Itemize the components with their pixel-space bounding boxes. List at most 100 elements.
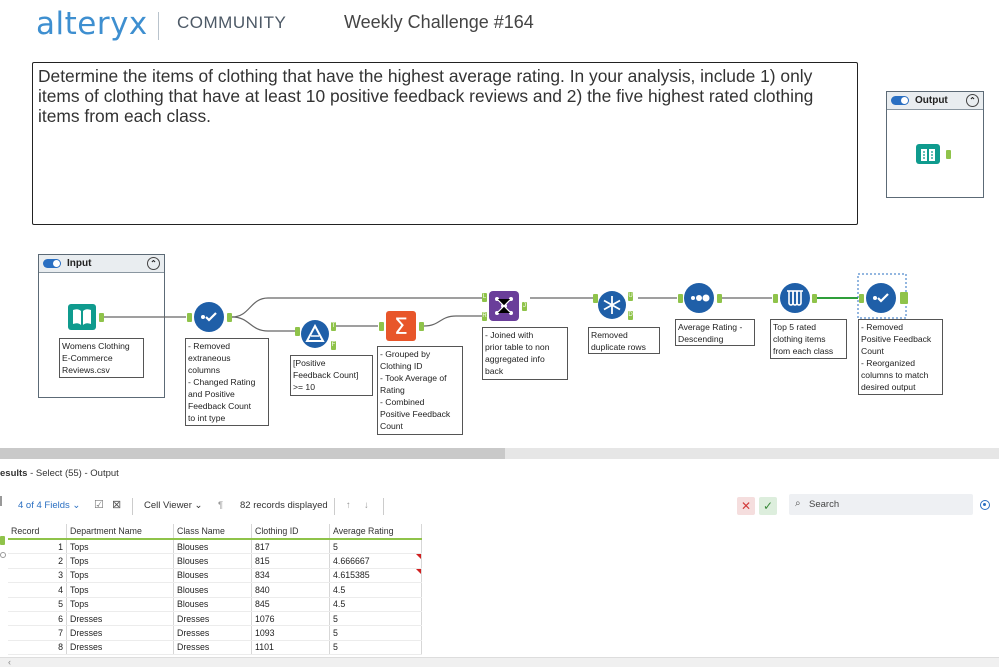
cell-class[interactable]: Blouses (173, 553, 252, 569)
unique-u-anchor[interactable]: U (628, 292, 633, 301)
summarize-input-anchor[interactable] (379, 322, 384, 331)
workflow-connections (104, 273, 907, 332)
cell-department[interactable]: Tops (66, 539, 174, 555)
input-data-tool[interactable] (67, 302, 97, 332)
cell-clothing-id[interactable]: 845 (251, 597, 330, 612)
filter-tool[interactable] (301, 320, 329, 348)
join-left-anchor[interactable]: L (482, 293, 487, 302)
search-input[interactable]: ⌕ Search (789, 494, 973, 515)
table-row[interactable]: 3 Tops Blouses 834 4.615385 (8, 568, 422, 584)
cell-class[interactable]: Blouses (173, 597, 252, 612)
join-tool[interactable] (489, 291, 519, 321)
fields-dropdown[interactable]: 4 of 4 Fields ⌄ (18, 500, 80, 511)
cell-department[interactable]: Dresses (66, 625, 174, 641)
cell-department[interactable]: Tops (66, 553, 174, 569)
table-row[interactable]: 1 Tops Blouses 817 5 (8, 539, 422, 555)
filter-false-anchor[interactable]: F (331, 341, 336, 350)
filter-input-anchor[interactable] (295, 327, 300, 336)
select1-output-anchor[interactable] (227, 313, 232, 322)
cell-clothing-id[interactable]: 815 (251, 553, 330, 569)
cell-clothing-id[interactable]: 840 (251, 582, 330, 598)
cell-record[interactable]: 5 (8, 597, 67, 612)
join-j-anchor[interactable]: J (522, 302, 527, 311)
radio-button[interactable] (980, 500, 990, 510)
filter-true-anchor[interactable]: T (331, 322, 336, 331)
pilcrow-icon[interactable]: ¶ (218, 500, 223, 511)
select-tool[interactable] (194, 302, 224, 332)
cell-average-rating[interactable]: 5 (329, 539, 422, 555)
cell-record[interactable]: 6 (8, 611, 67, 627)
select2-input-anchor[interactable] (859, 294, 864, 303)
sample-tool[interactable] (780, 283, 810, 313)
cell-clothing-id[interactable]: 1093 (251, 625, 330, 641)
gutter-green-dot[interactable] (0, 536, 5, 545)
cell-department[interactable]: Tops (66, 597, 174, 612)
cell-department[interactable]: Tops (66, 582, 174, 598)
cell-class[interactable]: Dresses (173, 625, 252, 641)
cell-average-rating[interactable]: 5 (329, 611, 422, 627)
cell-class[interactable]: Blouses (173, 568, 252, 584)
column-header-class[interactable]: Class Name (173, 524, 252, 540)
unique-d-anchor[interactable]: D (628, 311, 633, 320)
sort-input-anchor[interactable] (678, 294, 683, 303)
browse-tool[interactable] (914, 140, 942, 168)
table-row[interactable]: 7 Dresses Dresses 1093 5 (8, 625, 422, 641)
cell-clothing-id[interactable]: 1076 (251, 611, 330, 627)
summarize-output-anchor[interactable] (419, 322, 424, 331)
cell-clothing-id[interactable]: 817 (251, 539, 330, 555)
gutter-dot[interactable] (0, 552, 6, 558)
clear-icon[interactable]: ⊠ (112, 498, 121, 511)
cell-class[interactable]: Blouses (173, 539, 252, 555)
sort-up-icon[interactable]: ↑ (346, 500, 351, 511)
join-right-anchor[interactable]: R (482, 312, 487, 321)
cell-average-rating[interactable]: 4.5 (329, 597, 422, 612)
unique-tool[interactable] (598, 291, 626, 319)
select2-output-anchor[interactable] (900, 292, 908, 304)
cancel-icon[interactable]: ✕ (737, 497, 755, 515)
sort-annotation: Average Rating - Descending (675, 319, 755, 346)
column-header-record[interactable]: Record (8, 524, 67, 540)
cell-average-rating[interactable]: 5 (329, 640, 422, 656)
cell-clothing-id[interactable]: 834 (251, 568, 330, 584)
table-row[interactable]: 5 Tops Blouses 845 4.5 (8, 597, 422, 612)
table-row[interactable]: 8 Dresses Dresses 1101 5 (8, 640, 422, 656)
cell-record[interactable]: 1 (8, 539, 67, 555)
column-header-average-rating[interactable]: Average Rating (329, 524, 422, 540)
column-header-department[interactable]: Department Name (66, 524, 174, 540)
cell-record[interactable]: 8 (8, 640, 67, 656)
canvas-scrollbar-thumb[interactable] (0, 448, 505, 459)
cell-department[interactable]: Dresses (66, 611, 174, 627)
cell-department[interactable]: Dresses (66, 640, 174, 656)
cell-record[interactable]: 4 (8, 582, 67, 598)
sample-output-anchor[interactable] (812, 294, 817, 303)
browse-input-anchor[interactable] (946, 150, 951, 159)
cell-class[interactable]: Blouses (173, 582, 252, 598)
gutter-icon[interactable] (0, 496, 6, 506)
cell-department[interactable]: Tops (66, 568, 174, 584)
cell-average-rating[interactable]: 4.666667 (329, 553, 422, 569)
cell-clothing-id[interactable]: 1101 (251, 640, 330, 656)
cell-record[interactable]: 3 (8, 568, 67, 584)
cell-record[interactable]: 7 (8, 625, 67, 641)
cell-average-rating[interactable]: 5 (329, 625, 422, 641)
sample-input-anchor[interactable] (773, 294, 778, 303)
cell-viewer-dropdown[interactable]: Cell Viewer ⌄ (144, 500, 202, 511)
select1-input-anchor[interactable] (187, 313, 192, 322)
cell-record[interactable]: 2 (8, 553, 67, 569)
sort-down-icon[interactable]: ↓ (364, 500, 369, 511)
cell-class[interactable]: Dresses (173, 640, 252, 656)
column-header-clothing-id[interactable]: Clothing ID (251, 524, 330, 540)
select-tool-2[interactable] (866, 283, 896, 313)
cell-class[interactable]: Dresses (173, 611, 252, 627)
table-row[interactable]: 2 Tops Blouses 815 4.666667 (8, 553, 422, 569)
cell-average-rating[interactable]: 4.5 (329, 582, 422, 598)
checkbox-icon[interactable]: ☑ (94, 498, 104, 511)
table-row[interactable]: 4 Tops Blouses 840 4.5 (8, 582, 422, 598)
input-output-anchor[interactable] (99, 313, 104, 322)
table-row[interactable]: 6 Dresses Dresses 1076 5 (8, 611, 422, 627)
check-icon[interactable]: ✓ (759, 497, 777, 515)
summarize-tool[interactable]: Σ (386, 311, 416, 341)
cell-average-rating[interactable]: 4.615385 (329, 568, 422, 584)
sort-tool[interactable] (684, 283, 714, 313)
sort-output-anchor[interactable] (717, 294, 722, 303)
